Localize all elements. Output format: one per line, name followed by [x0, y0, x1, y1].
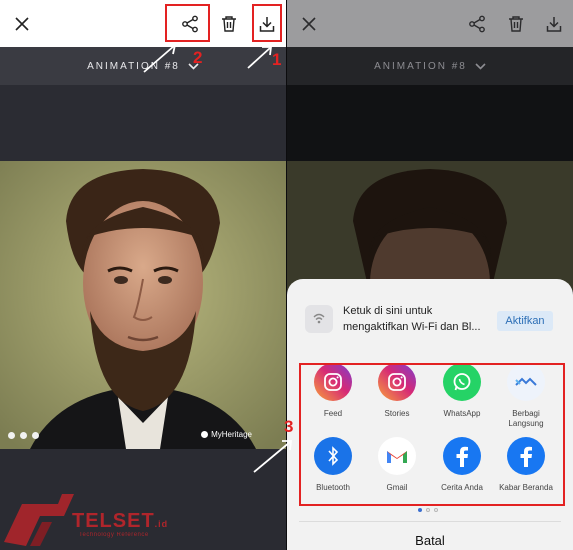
wifi-icon	[305, 305, 333, 333]
annotation-box-share	[165, 4, 210, 42]
myheritage-watermark: MyHeritage	[201, 430, 252, 439]
logo-suffix: .id	[154, 519, 169, 529]
close-icon[interactable]	[295, 10, 323, 38]
left-screen: ANIMATION #8 MyHeritage TELSET.id Techno…	[0, 0, 286, 550]
share-icon[interactable]	[463, 10, 491, 38]
close-icon[interactable]	[8, 10, 36, 38]
annotation-arrow-3-icon	[253, 440, 293, 473]
separator	[299, 521, 561, 522]
trash-icon[interactable]	[215, 10, 243, 38]
myheritage-logo-icon	[201, 431, 209, 438]
download-icon[interactable]	[540, 10, 568, 38]
annotation-box-download	[252, 4, 282, 42]
telset-logo-text: TELSET.id	[72, 510, 168, 533]
annotation-number-3: 3	[284, 417, 294, 436]
page-dot[interactable]	[426, 508, 430, 512]
portrait-image-dimmed	[287, 161, 573, 291]
watermark-text: MyHeritage	[211, 430, 252, 439]
top-toolbar-dimmed	[287, 0, 573, 47]
cancel-button[interactable]: Batal	[287, 533, 573, 548]
annotation-box-apps	[299, 363, 565, 506]
logo-tagline: Technology Reference	[79, 532, 149, 538]
annotation-arrow-1-icon	[247, 46, 273, 69]
annotation-number-2: 2	[193, 48, 203, 67]
wifi-prompt-text: Ketuk di sini untuk mengaktifkan Wi-Fi d…	[343, 305, 481, 333]
photo-tools	[8, 432, 39, 439]
animation-selector[interactable]: ANIMATION #8	[287, 47, 573, 85]
animated-portrait[interactable]: MyHeritage	[0, 161, 286, 449]
animation-label: ANIMATION #8	[374, 60, 467, 72]
spacer-area	[0, 85, 286, 161]
magic-wand-icon[interactable]	[20, 432, 27, 439]
chevron-down-icon	[475, 62, 486, 70]
wifi-prompt-row[interactable]: Ketuk di sini untuk mengaktifkan Wi-Fi d…	[305, 303, 565, 339]
palette-icon[interactable]	[8, 432, 15, 439]
right-screen: ANIMATION #8 Ketuk di sini untuk mengakt…	[287, 0, 573, 550]
trash-icon[interactable]	[502, 10, 530, 38]
annotation-arrow-2-icon	[143, 43, 177, 73]
zoom-icon[interactable]	[32, 432, 39, 439]
activate-button[interactable]: Aktifkan	[497, 311, 553, 331]
portrait-image	[0, 161, 286, 449]
page-dot[interactable]	[418, 508, 422, 512]
logo-wordmark: TELSET	[72, 510, 155, 532]
share-sheet: Ketuk di sini untuk mengaktifkan Wi-Fi d…	[287, 279, 573, 550]
page-dot[interactable]	[434, 508, 438, 512]
page-indicator	[418, 508, 438, 512]
